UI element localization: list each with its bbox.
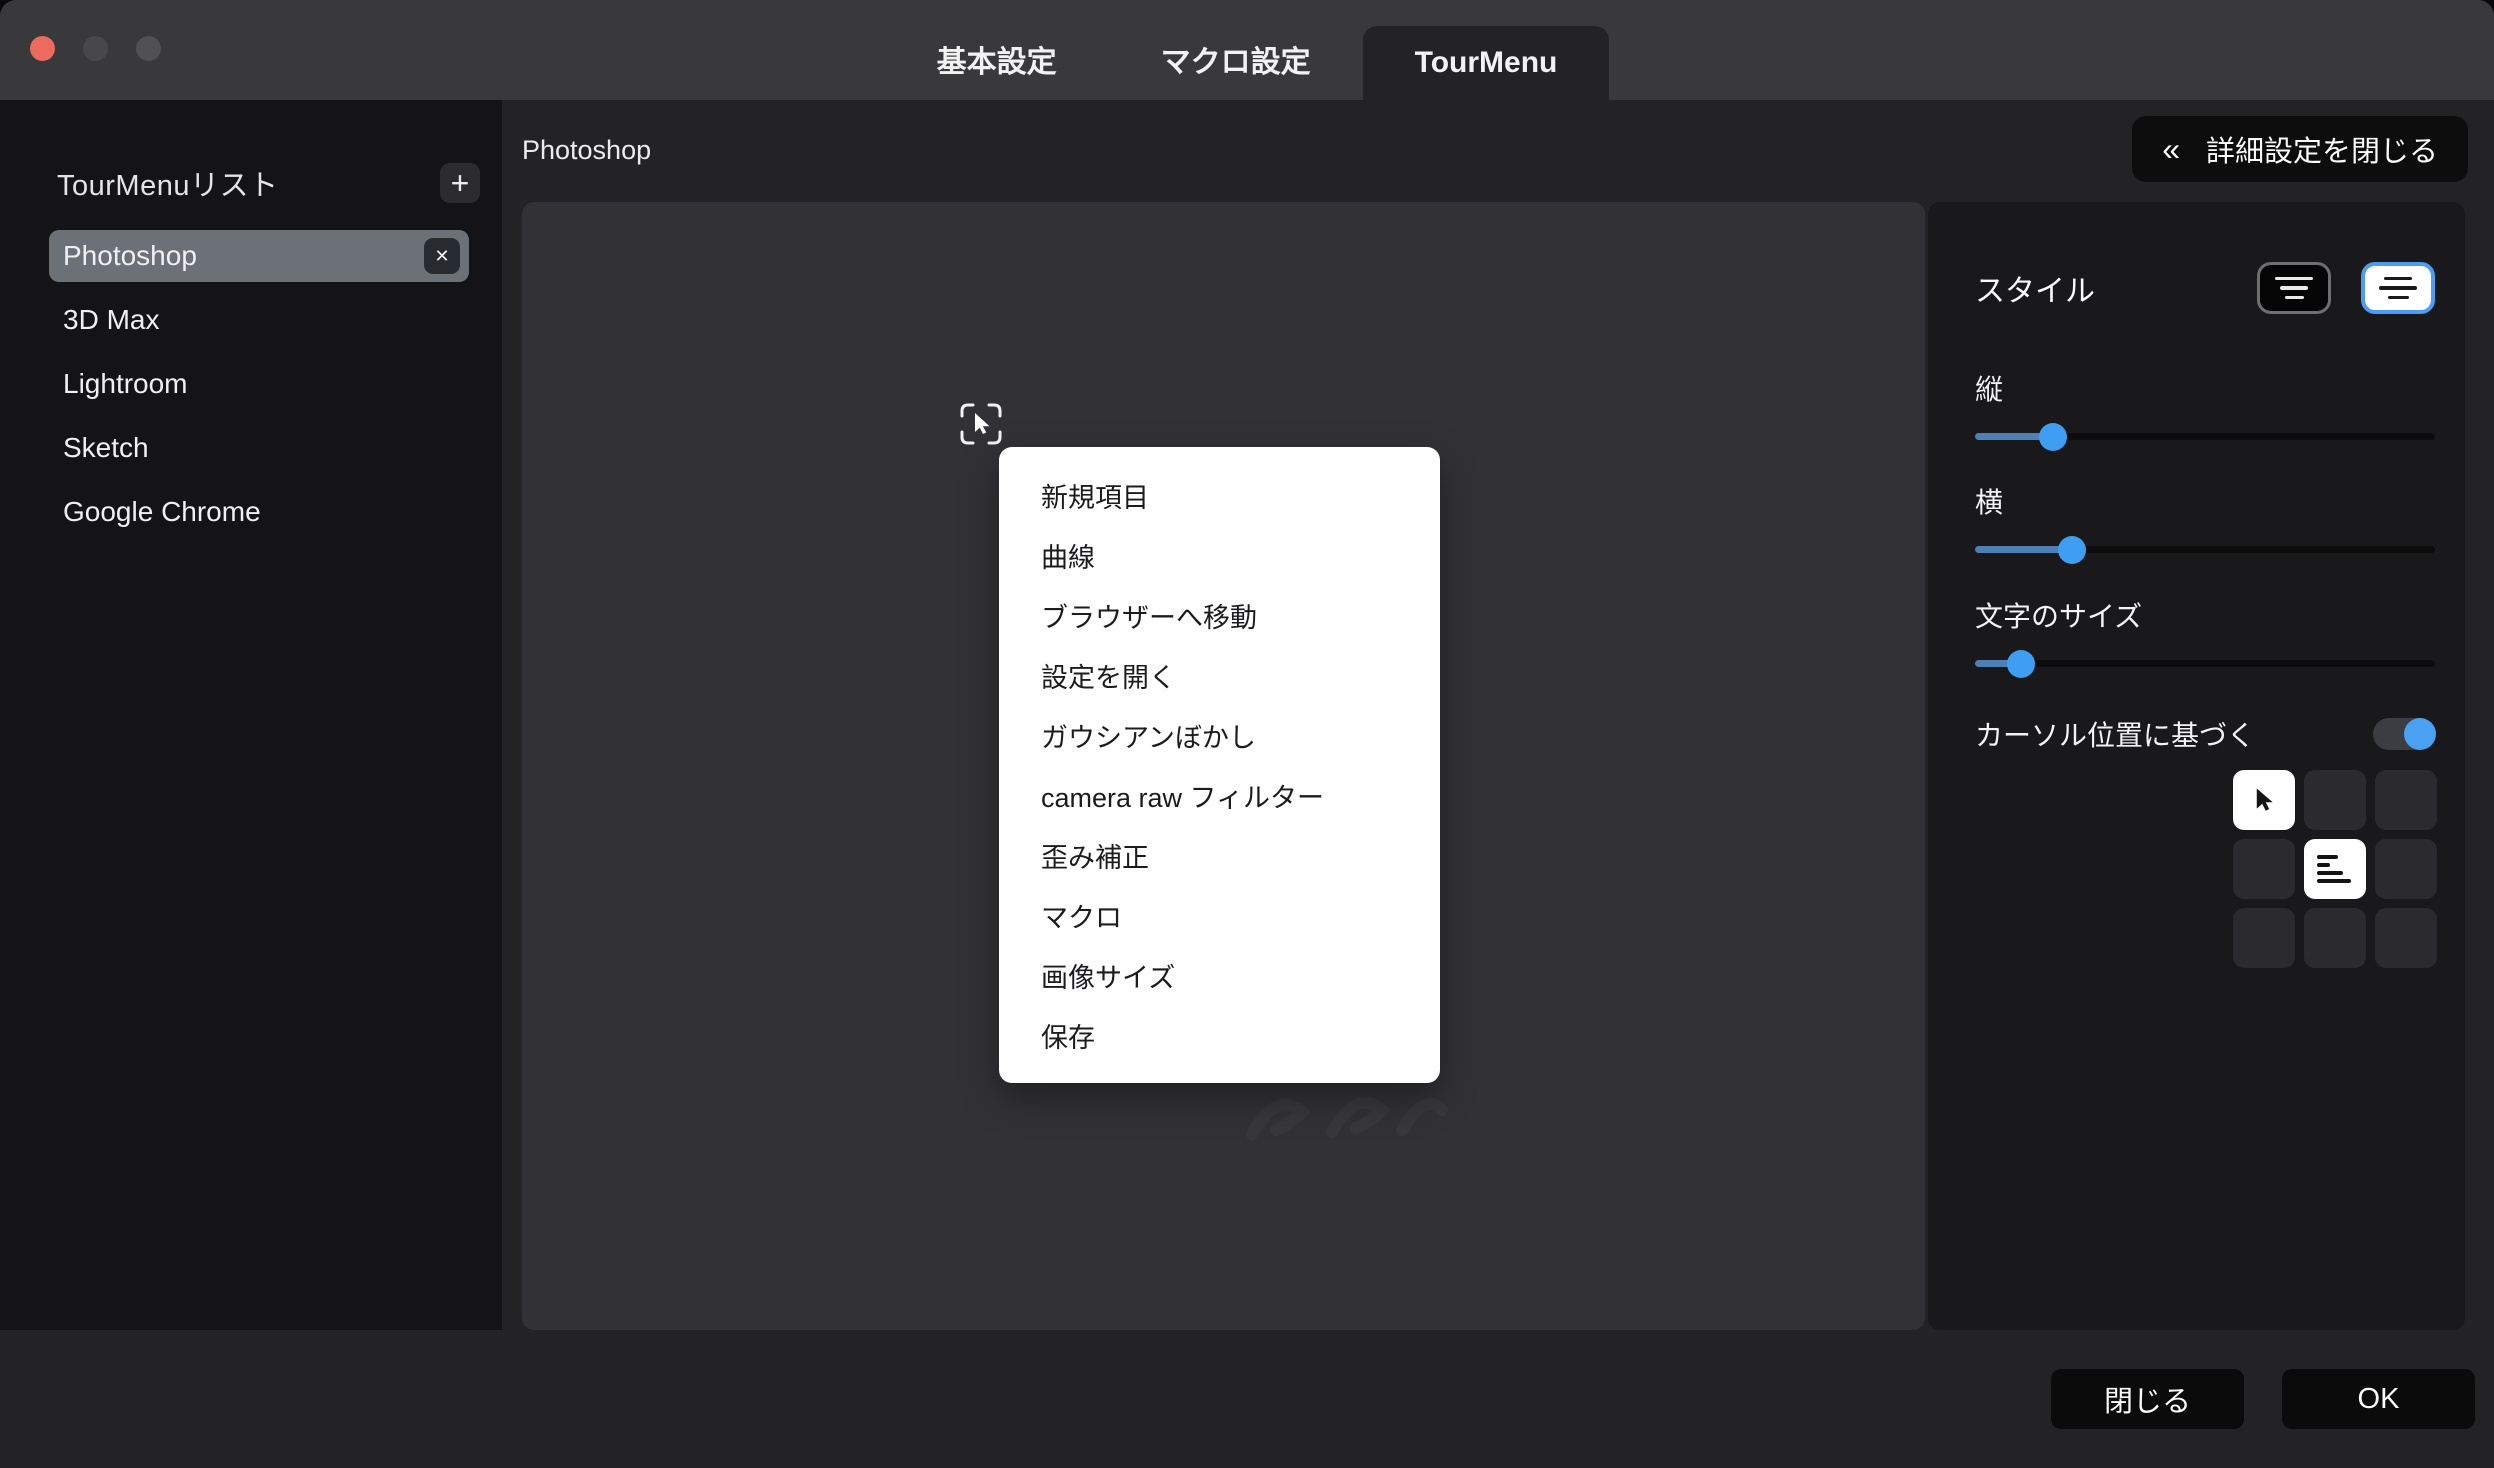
tab-macro-settings[interactable]: マクロ設定 bbox=[1109, 0, 1363, 100]
sidebar-header: TourMenuリスト + bbox=[57, 162, 480, 204]
position-cell-middle-left[interactable] bbox=[2233, 839, 2295, 899]
position-cell-top-right[interactable] bbox=[2375, 770, 2437, 830]
list-item-label: Photoshop bbox=[63, 240, 197, 272]
advanced-settings-panel: スタイル 縦 bbox=[1928, 202, 2465, 1330]
traffic-lights bbox=[30, 36, 161, 61]
tourmenu-list: Photoshop ✕ 3D Max Lightroom Sketch Goog… bbox=[49, 230, 469, 538]
slider-thumb[interactable] bbox=[2058, 536, 2086, 564]
style-label: スタイル bbox=[1975, 266, 2095, 310]
collapse-advanced-settings-button[interactable]: « 詳細設定を閉じる bbox=[2132, 116, 2468, 182]
menu-item-image-size[interactable]: 画像サイズ bbox=[999, 945, 1440, 1005]
page-title: Photoshop bbox=[522, 135, 651, 166]
menu-item-distortion-correction[interactable]: 歪み補正 bbox=[999, 825, 1440, 885]
close-window-button[interactable] bbox=[30, 36, 55, 61]
menu-item-new[interactable]: 新規項目 bbox=[999, 465, 1440, 525]
collapse-button-label: 詳細設定を閉じる bbox=[2206, 128, 2438, 170]
menu-item-gaussian-blur[interactable]: ガウシアンぼかし bbox=[999, 705, 1440, 765]
font-size-slider-label: 文字のサイズ bbox=[1975, 595, 2142, 635]
close-button[interactable]: 閉じる bbox=[2051, 1369, 2244, 1429]
style-switcher bbox=[2257, 262, 2435, 314]
font-size-slider[interactable] bbox=[1975, 660, 2435, 667]
menu-item-camera-raw-filter[interactable]: camera raw フィルター bbox=[999, 765, 1440, 825]
cursor-arrow-icon bbox=[2252, 787, 2276, 813]
canvas-watermark bbox=[1232, 1072, 1452, 1157]
ok-button[interactable]: OK bbox=[2282, 1369, 2475, 1429]
list-item-label: 3D Max bbox=[63, 304, 159, 336]
tab-tourmenu[interactable]: TourMenu bbox=[1363, 26, 1610, 100]
preview-canvas: 新規項目 曲線 ブラウザーへ移動 設定を開く ガウシアンぼかし camera r… bbox=[522, 202, 1925, 1330]
list-item-google-chrome[interactable]: Google Chrome bbox=[49, 486, 469, 538]
position-cell-bottom-center[interactable] bbox=[2304, 908, 2366, 968]
remove-item-button[interactable]: ✕ bbox=[424, 238, 460, 274]
content-row: TourMenuリスト + Photoshop ✕ 3D Max Lightro… bbox=[0, 100, 2494, 1330]
slider-thumb[interactable] bbox=[2039, 423, 2067, 451]
list-item-sketch[interactable]: Sketch bbox=[49, 422, 469, 474]
vertical-slider[interactable] bbox=[1975, 433, 2435, 440]
sidebar-title: TourMenuリスト bbox=[57, 162, 278, 204]
main-area: Photoshop « 詳細設定を閉じる bbox=[502, 100, 2494, 1330]
sidebar: TourMenuリスト + Photoshop ✕ 3D Max Lightro… bbox=[0, 100, 502, 1330]
cursor-position-toggle[interactable] bbox=[2373, 718, 2435, 750]
list-item-label: Google Chrome bbox=[63, 496, 261, 528]
style-dark-button[interactable] bbox=[2257, 262, 2331, 314]
position-cell-bottom-left[interactable] bbox=[2233, 908, 2295, 968]
app-window: 基本設定 マクロ設定 TourMenu TourMenuリスト + Photos… bbox=[0, 0, 2494, 1468]
tab-bar: 基本設定 マクロ設定 TourMenu bbox=[0, 0, 2494, 100]
menu-position-grid bbox=[2233, 770, 2437, 968]
menu-item-save[interactable]: 保存 bbox=[999, 1005, 1440, 1065]
vertical-slider-label: 縦 bbox=[1975, 368, 2003, 408]
position-cell-bottom-right[interactable] bbox=[2375, 908, 2437, 968]
horizontal-slider[interactable] bbox=[1975, 546, 2435, 553]
list-item-label: Lightroom bbox=[63, 368, 188, 400]
menu-item-open-settings[interactable]: 設定を開く bbox=[999, 645, 1440, 705]
add-item-button[interactable]: + bbox=[440, 163, 480, 203]
plus-icon: + bbox=[451, 165, 470, 201]
list-item-lightroom[interactable]: Lightroom bbox=[49, 358, 469, 410]
horizontal-slider-label: 横 bbox=[1975, 481, 2003, 521]
list-item-photoshop[interactable]: Photoshop ✕ bbox=[49, 230, 469, 282]
position-cell-middle-right[interactable] bbox=[2375, 839, 2437, 899]
cursor-position-icon bbox=[960, 403, 1002, 445]
list-item-label: Sketch bbox=[63, 432, 149, 464]
close-icon: ✕ bbox=[434, 246, 449, 266]
menu-lines-icon bbox=[2275, 277, 2313, 281]
zoom-window-button[interactable] bbox=[136, 36, 161, 61]
list-item-3d-max[interactable]: 3D Max bbox=[49, 294, 469, 346]
position-cell-top-left[interactable] bbox=[2233, 770, 2295, 830]
toggle-knob-icon bbox=[2404, 718, 2436, 750]
slider-thumb[interactable] bbox=[2007, 650, 2035, 678]
cursor-position-toggle-label: カーソル位置に基づく bbox=[1975, 714, 2255, 754]
style-light-button[interactable] bbox=[2361, 262, 2435, 314]
menu-lines-icon bbox=[2384, 277, 2412, 281]
chevrons-left-icon: « bbox=[2162, 131, 2180, 168]
tourmenu-preview: 新規項目 曲線 ブラウザーへ移動 設定を開く ガウシアンぼかし camera r… bbox=[999, 447, 1440, 1083]
menu-at-cursor-icon bbox=[2317, 855, 2353, 883]
position-cell-center[interactable] bbox=[2304, 839, 2366, 899]
footer-bar: 閉じる OK bbox=[0, 1330, 2494, 1468]
menu-item-go-to-browser[interactable]: ブラウザーへ移動 bbox=[999, 585, 1440, 645]
tab-basic-settings[interactable]: 基本設定 bbox=[885, 0, 1109, 100]
position-cell-top-center[interactable] bbox=[2304, 770, 2366, 830]
menu-item-macro[interactable]: マクロ bbox=[999, 885, 1440, 945]
minimize-window-button[interactable] bbox=[83, 36, 108, 61]
menu-item-curves[interactable]: 曲線 bbox=[999, 525, 1440, 585]
